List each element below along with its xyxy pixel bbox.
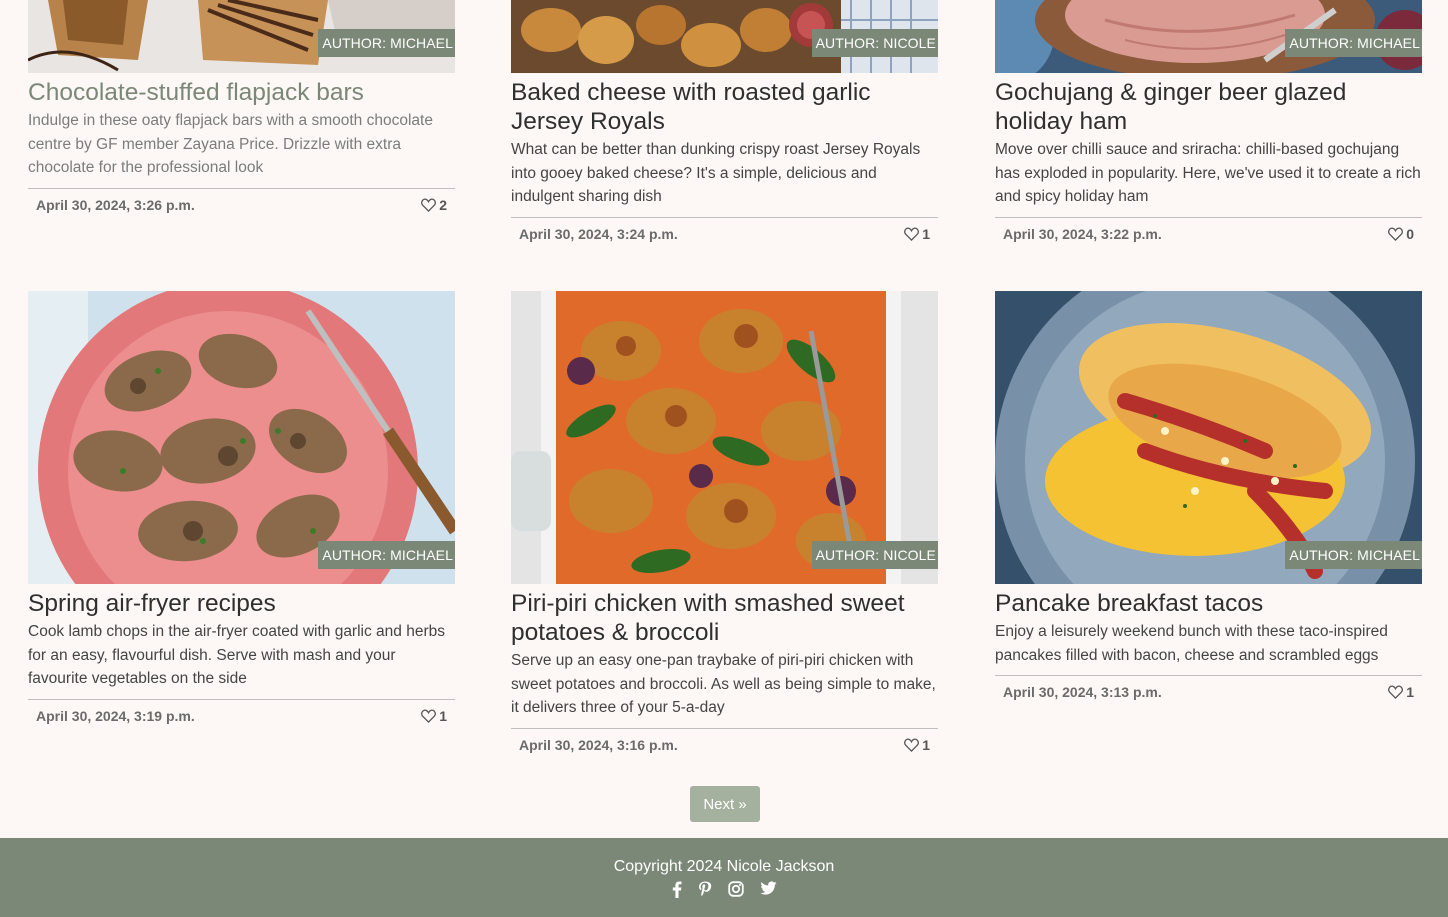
post-card[interactable]: AUTHOR: NICOLE Baked cheese with roasted… [511, 0, 938, 250]
post-image[interactable]: AUTHOR: MICHAEL [28, 0, 455, 73]
like-number: 1 [922, 736, 930, 753]
post-meta: April 30, 2024, 3:22 p.m. 0 [995, 216, 1422, 250]
like-number: 2 [439, 196, 447, 213]
post-card[interactable]: AUTHOR: NICOLE Piri-piri chicken with sm… [511, 291, 938, 761]
like-count[interactable]: 0 [1388, 226, 1414, 242]
post-card[interactable]: AUTHOR: MICHAEL Spring air-fryer recipes… [28, 291, 455, 732]
like-count[interactable]: 2 [421, 197, 447, 213]
copyright-text: Copyright 2024 Nicole Jackson [613, 858, 835, 875]
facebook-icon[interactable] [672, 881, 682, 898]
like-count[interactable]: 1 [421, 708, 447, 724]
instagram-icon[interactable] [727, 881, 744, 898]
post-meta: April 30, 2024, 3:24 p.m. 1 [511, 216, 938, 250]
post-title[interactable]: Chocolate-stuffed flapjack bars [28, 78, 455, 107]
post-excerpt: Move over chilli sauce and sriracha: chi… [995, 141, 1421, 205]
heart-icon[interactable] [421, 709, 437, 723]
author-badge: AUTHOR: MICHAEL [318, 29, 455, 57]
heart-icon[interactable] [421, 198, 437, 212]
post-title[interactable]: Gochujang & ginger beer glazed holiday h… [995, 78, 1422, 136]
post-image[interactable]: AUTHOR: NICOLE [511, 291, 938, 584]
like-count[interactable]: 1 [904, 226, 930, 242]
post-date: April 30, 2024, 3:24 p.m. [519, 225, 678, 242]
post-card[interactable]: AUTHOR: MICHAEL Gochujang & ginger beer … [995, 0, 1422, 250]
post-card[interactable]: AUTHOR: MICHAEL Pancake breakfast tacos … [995, 291, 1422, 708]
post-excerpt: Cook lamb chops in the air-fryer coated … [28, 623, 445, 687]
post-image[interactable]: AUTHOR: MICHAEL [28, 291, 455, 584]
post-date: April 30, 2024, 3:13 p.m. [1003, 684, 1162, 700]
heart-icon[interactable] [1388, 685, 1404, 699]
post-excerpt: Enjoy a leisurely weekend bunch with the… [995, 623, 1388, 664]
post-date: April 30, 2024, 3:22 p.m. [1003, 225, 1162, 242]
post-image[interactable]: AUTHOR: MICHAEL [995, 0, 1422, 73]
post-meta: April 30, 2024, 3:16 p.m. 1 [511, 727, 938, 761]
author-badge: AUTHOR: NICOLE [811, 29, 938, 57]
author-badge: AUTHOR: MICHAEL [1285, 29, 1422, 57]
post-meta: April 30, 2024, 3:26 p.m. 2 [28, 187, 455, 221]
post-image[interactable]: AUTHOR: MICHAEL [995, 291, 1422, 584]
post-excerpt: Indulge in these oaty flapjack bars with… [28, 112, 433, 176]
post-date: April 30, 2024, 3:19 p.m. [36, 707, 195, 724]
post-excerpt: Serve up an easy one-pan traybake of pir… [511, 652, 936, 716]
twitter-icon[interactable] [759, 881, 777, 898]
post-date: April 30, 2024, 3:16 p.m. [519, 736, 678, 753]
post-image[interactable]: AUTHOR: NICOLE [511, 0, 938, 73]
post-title[interactable]: Piri-piri chicken with smashed sweet pot… [511, 589, 938, 647]
like-number: 1 [439, 707, 447, 724]
like-number: 0 [1406, 225, 1414, 242]
footer: Copyright 2024 Nicole Jackson [0, 838, 1448, 917]
author-badge: AUTHOR: MICHAEL [1285, 541, 1422, 569]
pinterest-icon[interactable] [698, 881, 712, 898]
like-count[interactable]: 1 [904, 737, 930, 753]
post-meta: April 30, 2024, 3:19 p.m. 1 [28, 698, 455, 732]
post-title[interactable]: Baked cheese with roasted garlic Jersey … [511, 78, 938, 136]
heart-icon[interactable] [904, 227, 920, 241]
like-count[interactable]: 1 [1388, 684, 1414, 700]
heart-icon[interactable] [1388, 227, 1404, 241]
like-number: 1 [922, 225, 930, 242]
post-excerpt: What can be better than dunking crispy r… [511, 141, 921, 205]
post-date: April 30, 2024, 3:26 p.m. [36, 196, 195, 213]
author-badge: AUTHOR: NICOLE [811, 541, 938, 569]
next-page-button[interactable]: Next » [690, 786, 760, 822]
like-number: 1 [1406, 684, 1414, 700]
post-title[interactable]: Spring air-fryer recipes [28, 589, 455, 618]
heart-icon[interactable] [904, 738, 920, 752]
post-meta: April 30, 2024, 3:13 p.m. 1 [995, 675, 1422, 708]
author-badge: AUTHOR: MICHAEL [318, 541, 455, 569]
social-links [0, 881, 1448, 898]
post-card[interactable]: AUTHOR: MICHAEL Chocolate-stuffed flapja… [28, 0, 455, 221]
post-title[interactable]: Pancake breakfast tacos [995, 589, 1422, 618]
